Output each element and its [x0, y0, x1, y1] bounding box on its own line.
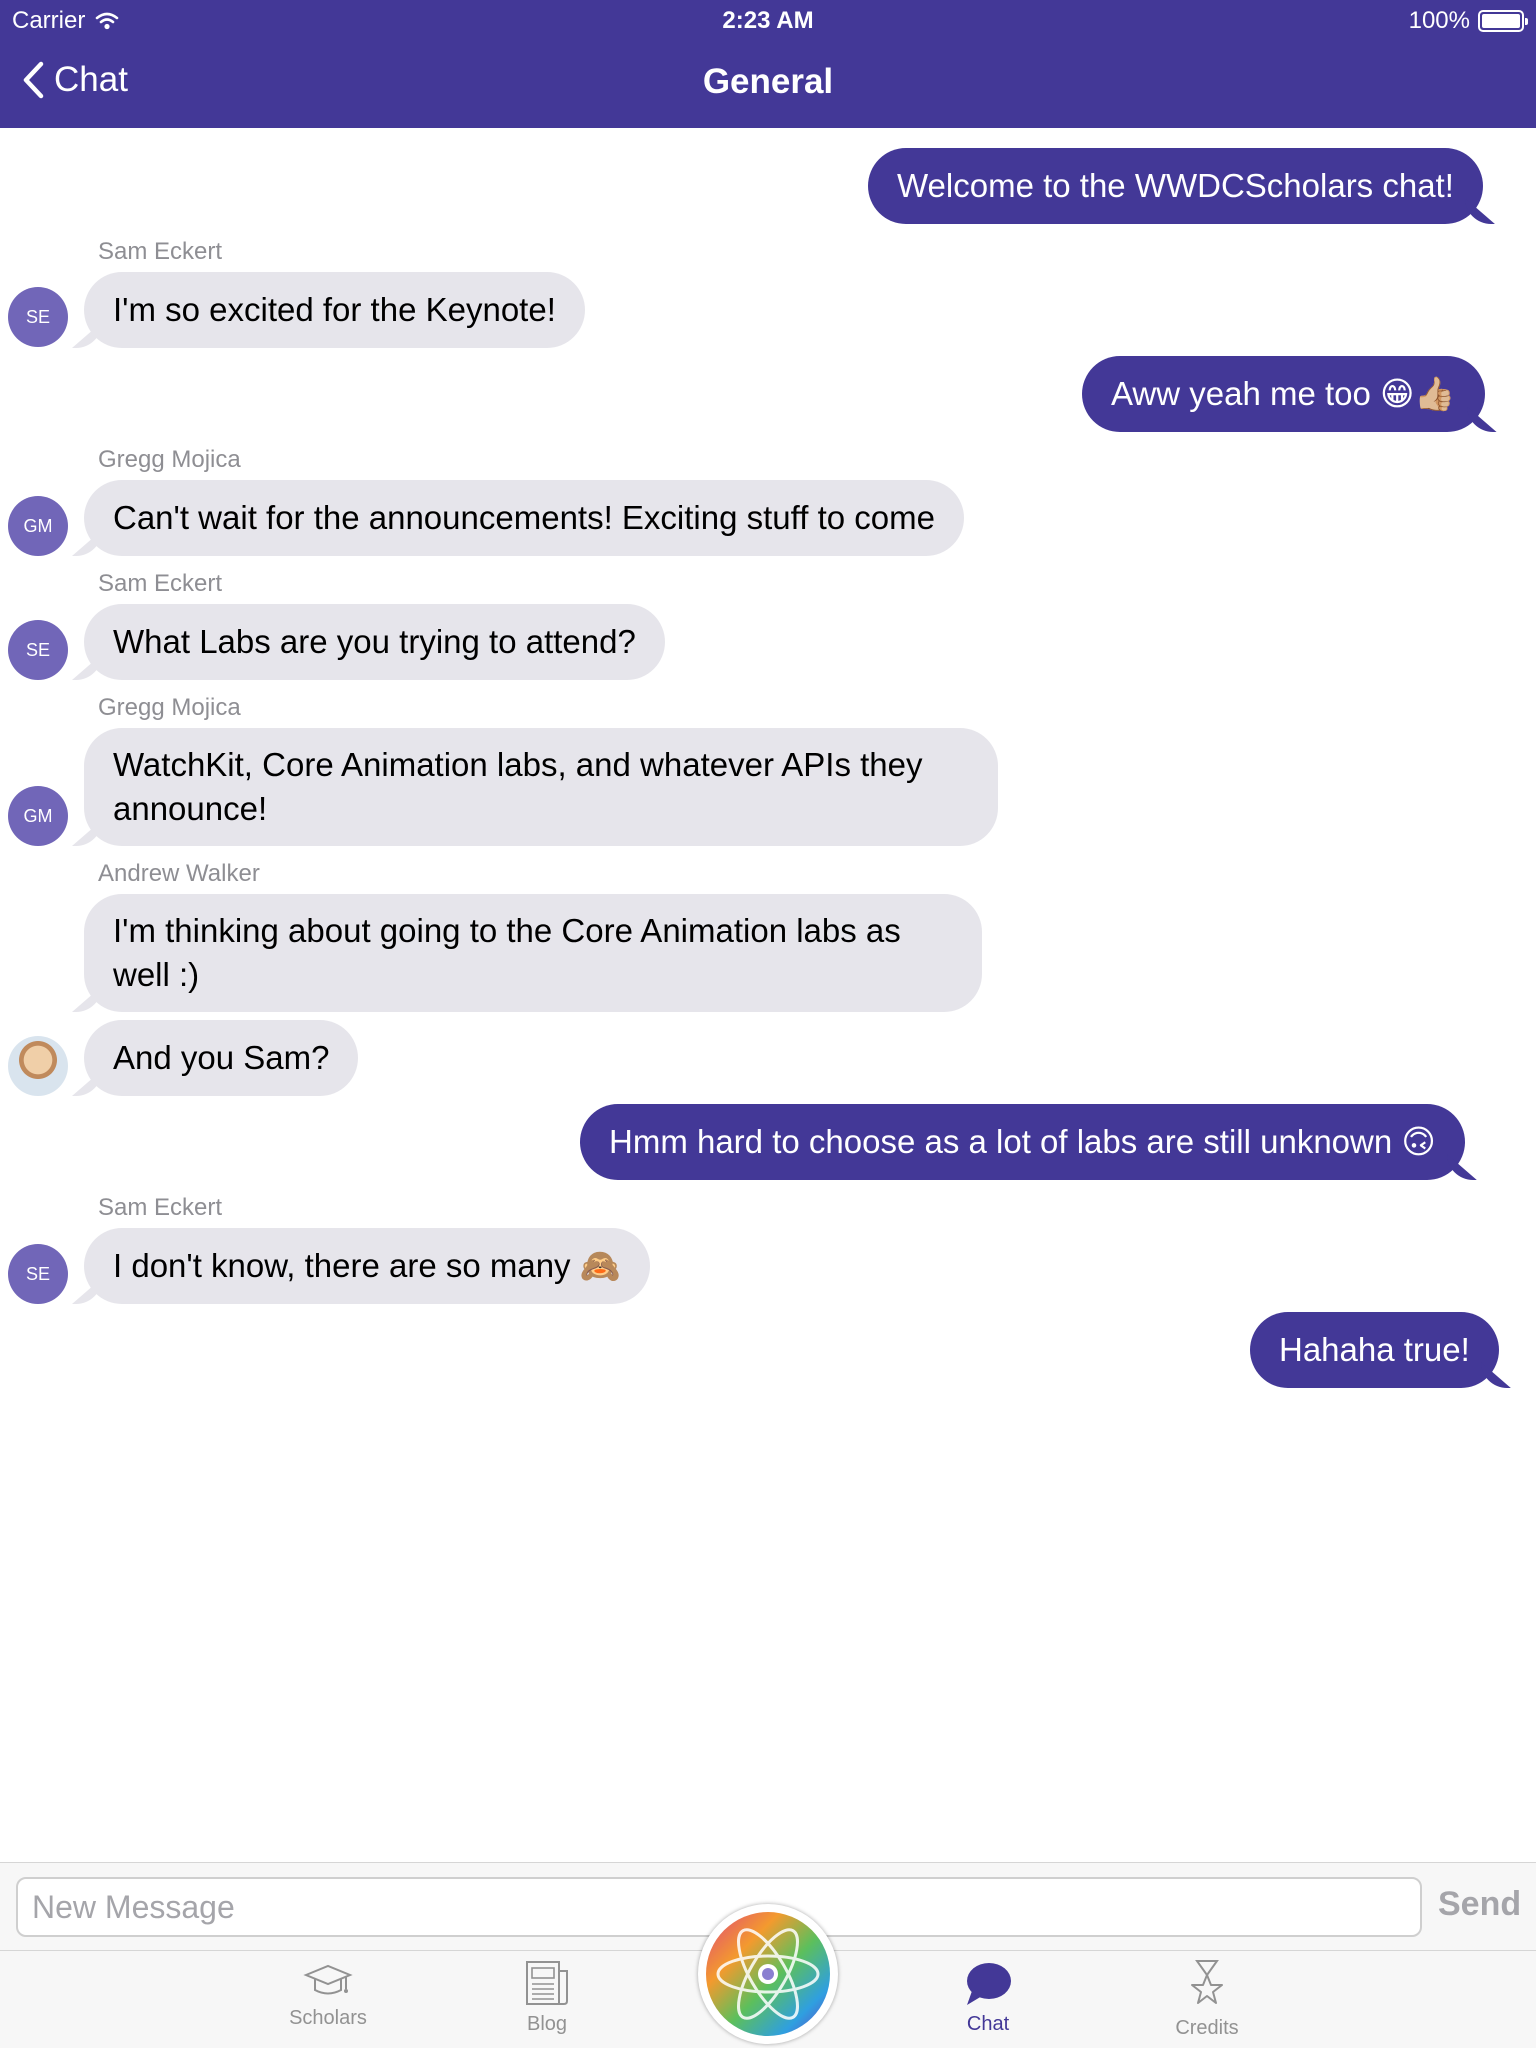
battery-icon [1478, 10, 1528, 32]
avatar-initials: GM [23, 515, 53, 536]
incoming-message-bubble[interactable]: WatchKit, Core Animation labs, and whate… [84, 728, 998, 846]
incoming-message-bubble[interactable]: I'm so excited for the Keynote! [84, 272, 585, 348]
newspaper-icon [526, 1961, 568, 2005]
incoming-message-bubble[interactable]: And you Sam? [84, 1020, 359, 1096]
avatar-initials: GM [23, 805, 53, 826]
battery-percentage: 100% [1408, 7, 1470, 34]
message-text: WatchKit, Core Animation labs, and whate… [113, 746, 923, 827]
sender-name: Gregg Mojica [98, 446, 241, 473]
message-text: Aww yeah me too 😁👍🏼 [1111, 375, 1456, 412]
atom-logo-icon [706, 1912, 830, 2036]
message-text: I don't know, there are so many 🙈 [113, 1247, 621, 1284]
message-text: And you Sam? [113, 1039, 330, 1076]
tab-label: Blog [526, 2013, 568, 2035]
send-button[interactable]: Send [1438, 1885, 1521, 1924]
avatar[interactable]: SE [8, 287, 68, 347]
status-right: 100% [1408, 7, 1528, 35]
message-text: Hmm hard to choose as a lot of labs are … [609, 1123, 1436, 1160]
tab-scholars[interactable]: Scholars [248, 1951, 408, 2048]
outgoing-message-bubble[interactable]: Aww yeah me too 😁👍🏼 [1082, 356, 1485, 432]
avatar[interactable]: GM [8, 496, 68, 556]
sender-name: Sam Eckert [98, 1194, 223, 1221]
sender-name: Andrew Walker [98, 860, 260, 887]
sender-name: Sam Eckert [98, 570, 223, 597]
avatar-initials: SE [25, 639, 50, 660]
navigation-header: Carrier 2:23 AM 100% Chat General [0, 0, 1536, 128]
tab-label: Scholars [289, 2007, 367, 2029]
sender-name: Sam Eckert [98, 238, 223, 265]
message-text: I'm so excited for the Keynote! [113, 291, 556, 328]
avatar-initials: SE [25, 1263, 50, 1284]
tab-credits[interactable]: Credits [1127, 1951, 1287, 2048]
avatar[interactable]: GM [8, 786, 68, 846]
outgoing-message-bubble[interactable]: Welcome to the WWDCScholars chat! [868, 148, 1483, 224]
back-button[interactable]: Chat [22, 60, 128, 100]
message-text: Welcome to the WWDCScholars chat! [897, 167, 1454, 204]
incoming-message-bubble[interactable]: I don't know, there are so many 🙈 [84, 1228, 650, 1304]
status-bar: Carrier 2:23 AM 100% [0, 0, 1536, 40]
message-text: I'm thinking about going to the Core Ani… [113, 912, 901, 993]
star-trophy-icon [1191, 1960, 1223, 2004]
center-logo-button[interactable] [698, 1904, 838, 2044]
tab-blog[interactable]: Blog [467, 1951, 627, 2048]
tab-label: Chat [966, 2013, 1010, 2035]
avatar-photo[interactable] [8, 1036, 68, 1096]
back-label: Chat [54, 60, 128, 99]
page-title: General [702, 62, 834, 101]
avatar[interactable]: SE [8, 620, 68, 680]
tab-chat[interactable]: Chat [908, 1951, 1068, 2048]
chat-bubble-icon [967, 1963, 1011, 2005]
avatar-initials: SE [25, 306, 50, 327]
tab-label: Credits [1175, 2017, 1239, 2039]
message-text: Can't wait for the announcements! Exciti… [113, 499, 935, 536]
chevron-left-icon [23, 61, 44, 99]
graduation-cap-icon [303, 1964, 353, 1995]
status-time: 2:23 AM [722, 7, 814, 34]
avatar[interactable]: SE [8, 1244, 68, 1304]
outgoing-message-bubble[interactable]: Hmm hard to choose as a lot of labs are … [580, 1104, 1465, 1180]
incoming-message-bubble[interactable]: What Labs are you trying to attend? [84, 604, 665, 680]
message-text: Hahaha true! [1279, 1331, 1470, 1368]
outgoing-message-bubble[interactable]: Hahaha true! [1250, 1312, 1499, 1388]
message-text: What Labs are you trying to attend? [113, 623, 636, 660]
sender-name: Gregg Mojica [98, 694, 241, 721]
incoming-message-bubble[interactable]: I'm thinking about going to the Core Ani… [84, 894, 982, 1012]
incoming-message-bubble[interactable]: Can't wait for the announcements! Exciti… [84, 480, 964, 556]
